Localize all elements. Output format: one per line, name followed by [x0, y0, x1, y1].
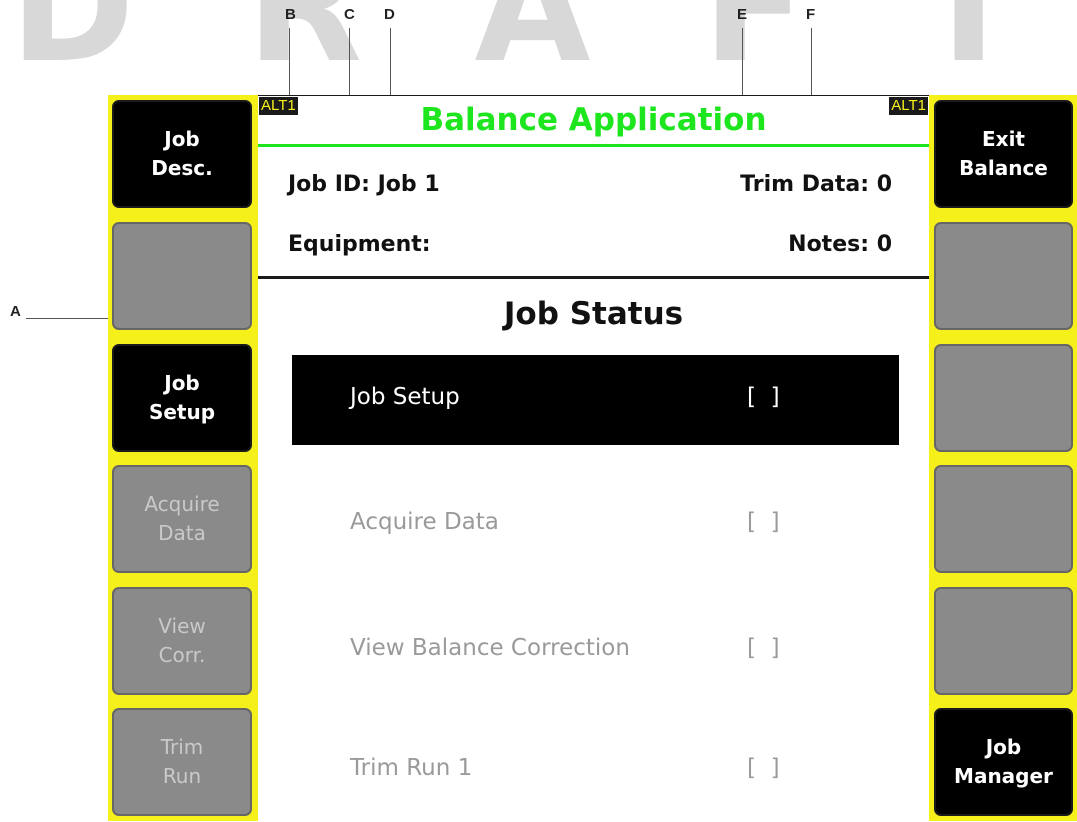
- equipment-field: Equipment:: [288, 232, 431, 257]
- view-corr-softkey[interactable]: View Corr.: [112, 587, 252, 695]
- notes-value: 0: [876, 232, 892, 257]
- trim-run-softkey[interactable]: Trim Run: [112, 708, 252, 816]
- job-desc-softkey[interactable]: Job Desc.: [112, 100, 252, 208]
- title-underline: [258, 144, 929, 147]
- status-item-checkbox: [ ]: [747, 755, 780, 781]
- watermark: D R A F T: [10, 0, 1050, 96]
- job-id-value: Job 1: [377, 172, 440, 197]
- leader-b: [289, 28, 290, 100]
- status-item-job-setup[interactable]: Job Setup [ ]: [292, 355, 899, 445]
- status-item-label: Job Setup: [350, 384, 460, 410]
- right-softkey-3[interactable]: [934, 344, 1073, 452]
- app-title: Balance Application: [420, 102, 767, 138]
- notes-field: Notes: 0: [788, 232, 892, 257]
- status-item-label: Trim Run 1: [350, 755, 473, 781]
- right-softkey-4[interactable]: [934, 465, 1073, 573]
- status-item-acquire-data[interactable]: Acquire Data [ ]: [292, 480, 899, 570]
- job-manager-softkey[interactable]: Job Manager: [934, 708, 1073, 816]
- status-item-label: View Balance Correction: [350, 635, 630, 661]
- job-id-field: Job ID: Job 1: [288, 172, 440, 197]
- status-item-label: Acquire Data: [350, 509, 499, 535]
- exit-balance-softkey[interactable]: Exit Balance: [934, 100, 1073, 208]
- status-item-checkbox: [ ]: [747, 509, 780, 535]
- job-id-label: Job ID:: [288, 172, 370, 197]
- notes-label: Notes:: [788, 232, 870, 257]
- left-softkey-2[interactable]: [112, 222, 252, 330]
- job-status-heading: Job Status: [503, 296, 684, 332]
- status-item-view-balance-correction[interactable]: View Balance Correction [ ]: [292, 606, 899, 696]
- acquire-data-softkey[interactable]: Acquire Data: [112, 465, 252, 573]
- right-softkey-5[interactable]: [934, 587, 1073, 695]
- equipment-label: Equipment:: [288, 232, 431, 257]
- callout-e: E: [737, 6, 748, 23]
- callout-a: A: [10, 303, 21, 320]
- status-item-checkbox: [ ]: [747, 635, 780, 661]
- status-item-checkbox: [ ]: [747, 384, 780, 410]
- trim-data-value: 0: [876, 172, 892, 197]
- right-softkey-2[interactable]: [934, 222, 1073, 330]
- status-item-trim-run-1[interactable]: Trim Run 1 [ ]: [292, 726, 899, 816]
- job-setup-softkey[interactable]: Job Setup: [112, 344, 252, 452]
- callout-f: F: [806, 6, 816, 23]
- header-divider: [258, 276, 929, 279]
- trim-data-label: Trim Data:: [740, 172, 870, 197]
- main-screen: ALT1 ALT1 Balance Application Job ID: Jo…: [258, 95, 929, 822]
- callout-c: C: [344, 6, 355, 23]
- callout-d: D: [384, 6, 395, 23]
- callout-b: B: [285, 6, 296, 23]
- trim-data-field: Trim Data: 0: [740, 172, 892, 197]
